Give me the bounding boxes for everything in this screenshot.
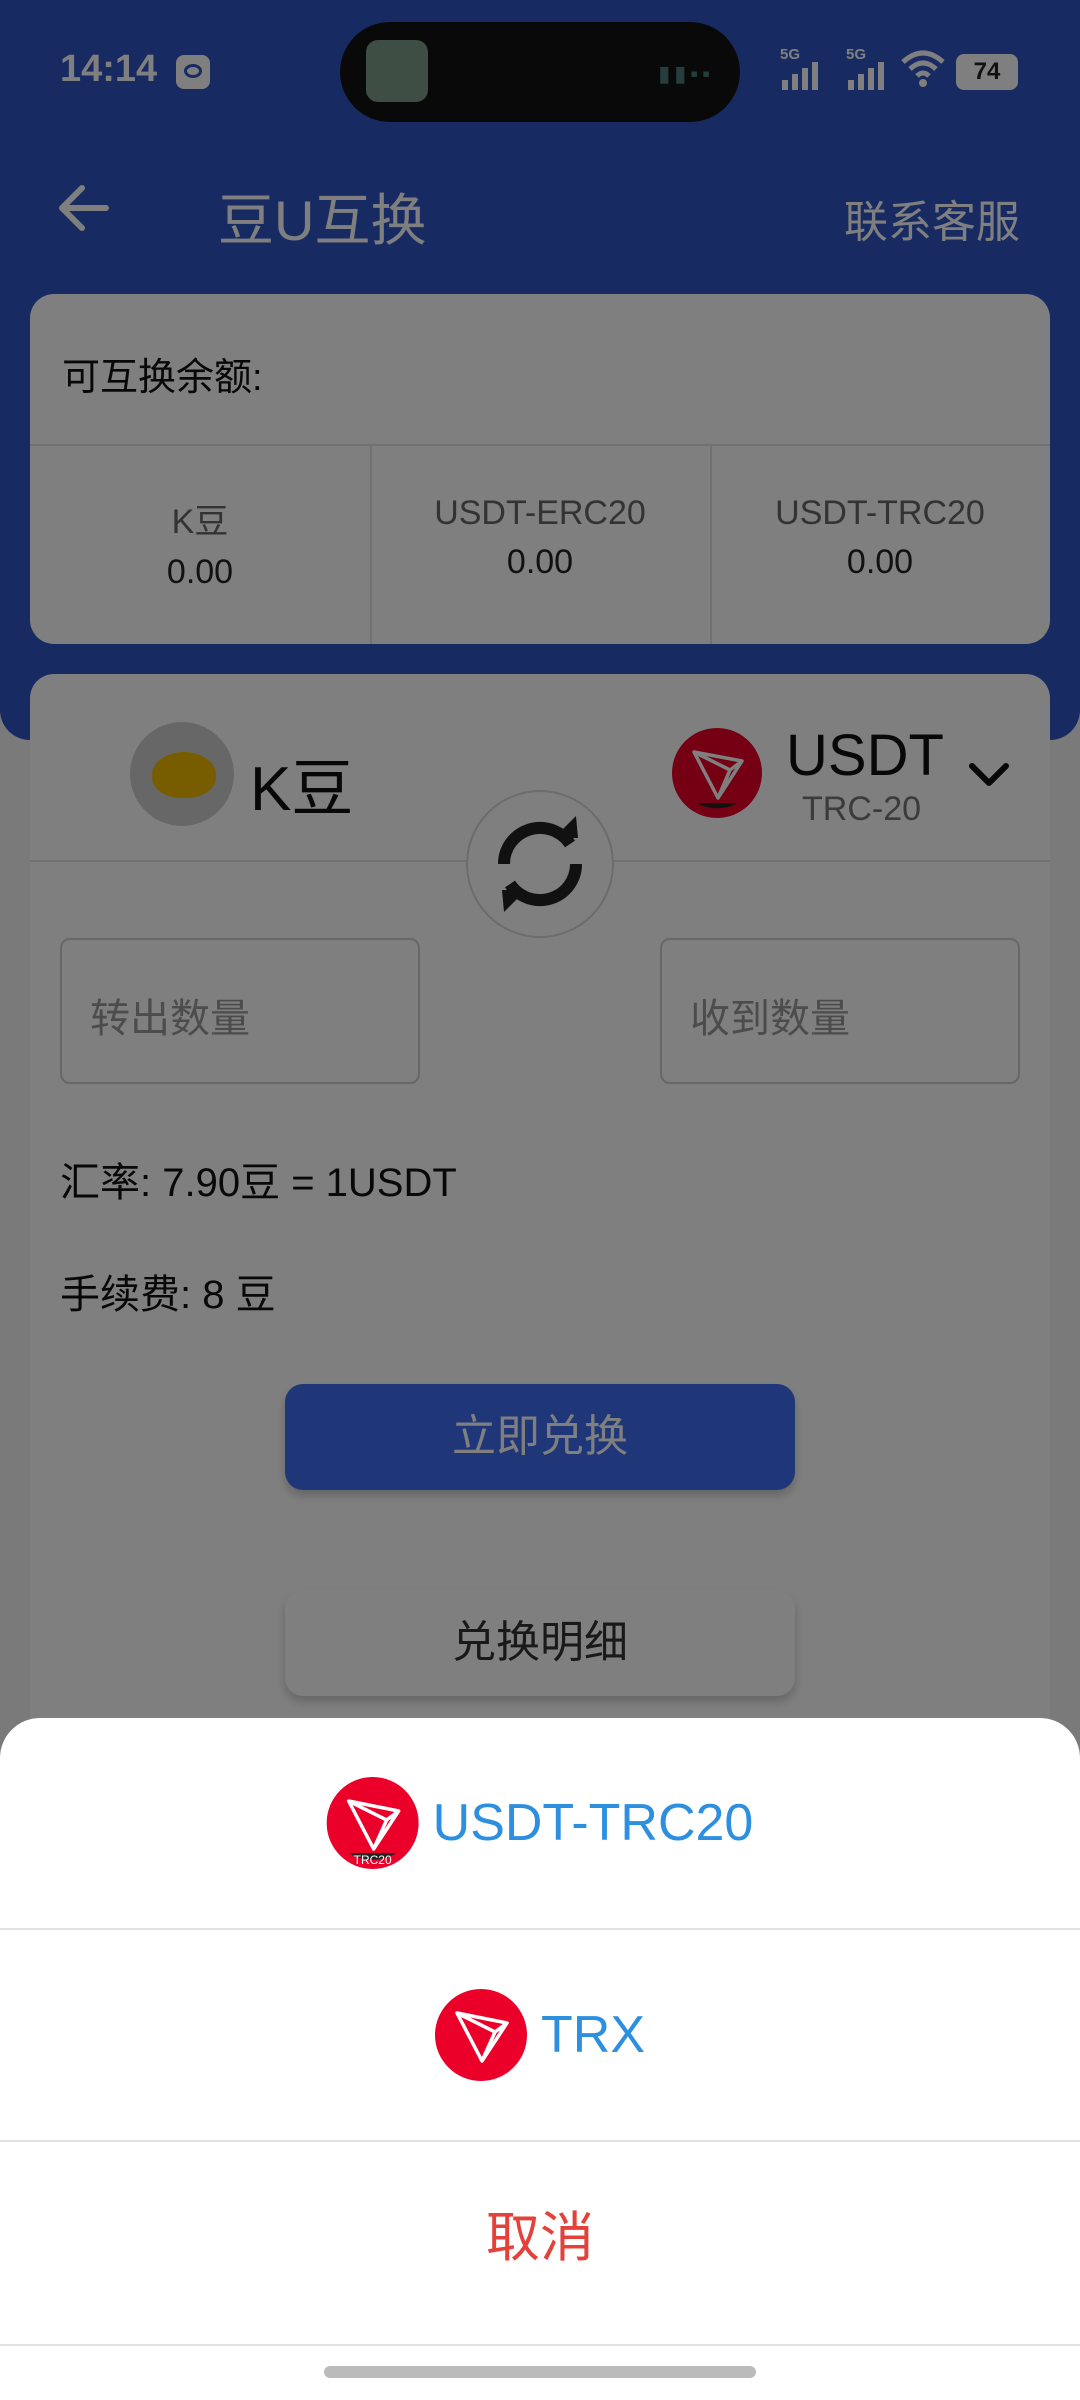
divider <box>0 2344 1080 2346</box>
option-trx[interactable]: TRX <box>0 1930 1080 2140</box>
coin-select-sheet: TRC20 USDT-TRC20 TRX 取消 <box>0 1718 1080 2400</box>
cancel-button[interactable]: 取消 <box>0 2138 1080 2338</box>
tron-icon <box>435 1989 527 2081</box>
trc20-badge-text: TRC20 <box>354 1853 392 1867</box>
option-usdt-trc20[interactable]: TRC20 USDT-TRC20 <box>0 1718 1080 1928</box>
option-label: TRX <box>541 2006 645 2064</box>
home-indicator[interactable] <box>324 2366 756 2378</box>
option-label: USDT-TRC20 <box>432 1794 754 1852</box>
tron-trc20-icon: TRC20 <box>326 1777 419 1869</box>
